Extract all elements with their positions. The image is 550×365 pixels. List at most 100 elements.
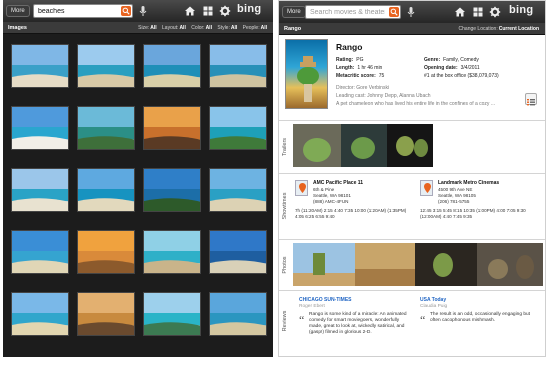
movie-title: Rango (336, 42, 363, 52)
image-thumbnail[interactable] (11, 292, 69, 336)
image-thumbnail[interactable] (143, 44, 201, 88)
opening-date: Opening date: 3/4/2011 (424, 65, 480, 71)
image-thumbnail[interactable] (143, 230, 201, 274)
photos-strip[interactable] (293, 243, 543, 286)
search-input[interactable] (38, 6, 117, 16)
theater-address-1: 6th & Pine (313, 187, 335, 192)
beach-image (12, 45, 68, 87)
showtimes-label: Showtimes (282, 192, 288, 220)
image-thumbnail[interactable] (143, 106, 201, 150)
beach-image (78, 169, 134, 211)
filter-layout[interactable]: Layout:All (162, 25, 186, 31)
movie-poster[interactable] (285, 39, 328, 109)
home-icon[interactable] (454, 6, 466, 18)
filter-size[interactable]: Size:All (138, 25, 157, 31)
image-thumbnail[interactable] (11, 44, 69, 88)
more-button[interactable]: More (6, 5, 30, 17)
image-thumbnail[interactable] (11, 230, 69, 274)
theater-address-1: 4500 9th Ave NE (438, 187, 473, 192)
map-pin-icon (295, 180, 308, 196)
search-box[interactable] (305, 5, 401, 19)
beach-image (210, 293, 266, 335)
image-thumbnail[interactable] (143, 168, 201, 212)
beach-image (12, 231, 68, 273)
image-thumbnail[interactable] (77, 44, 135, 88)
metacritic-score: Metacritic score: 75 (336, 73, 385, 79)
theater-card[interactable]: Landmark Metro Cinemas 4500 9th Ave NE S… (420, 180, 538, 234)
movie-detail-panel: More bing Rango Change Location:Current … (278, 0, 546, 357)
review-card[interactable]: CHICAGO SUN-TIMES Roger Ebert “ Rango is… (299, 297, 409, 336)
trailers-label: Trailers (282, 137, 288, 156)
genre: Genre: Family, Comedy (424, 57, 479, 63)
theater-phone[interactable]: (206) 781-5755 (438, 199, 469, 204)
review-author: Claudia Puig (420, 304, 448, 309)
theater-name[interactable]: Landmark Metro Cinemas (438, 180, 499, 186)
bing-logo[interactable]: bing (509, 4, 533, 16)
more-button[interactable]: More (282, 6, 306, 18)
director: Director: Gore Verbinski (336, 85, 390, 91)
showtimes-list[interactable]: 12:45 3:15 5:45 8:15 10:35 (1:00PM) 4:00… (420, 208, 538, 220)
image-thumbnail[interactable] (209, 106, 267, 150)
theater-address-2: Seattle, WA 98105 (438, 193, 476, 198)
image-thumbnail[interactable] (209, 230, 267, 274)
apps-grid-icon[interactable] (472, 6, 484, 18)
image-thumbnail[interactable] (77, 106, 135, 150)
beach-image (210, 107, 266, 149)
trailers-section: Trailers (279, 120, 545, 172)
image-thumbnail[interactable] (77, 168, 135, 212)
image-thumbnail[interactable] (11, 168, 69, 212)
filter-people[interactable]: People:All (243, 25, 267, 31)
theater-address-2: Seattle, WA 98101 (313, 193, 351, 198)
microphone-icon[interactable] (137, 5, 149, 17)
search-go-button[interactable] (389, 7, 399, 17)
theater-card[interactable]: AMC Pacific Place 11 6th & Pine Seattle,… (295, 180, 413, 234)
beach-image (210, 169, 266, 211)
image-thumbnail[interactable] (209, 44, 267, 88)
search-go-button[interactable] (121, 6, 131, 16)
theater-name[interactable]: AMC Pacific Place 11 (313, 180, 363, 186)
photos-section: Photos (279, 239, 545, 289)
review-source[interactable]: USA Today (420, 297, 538, 303)
beach-image (78, 107, 134, 149)
review-source[interactable]: CHICAGO SUN-TIMES (299, 297, 409, 303)
search-box[interactable] (33, 4, 133, 18)
image-thumbnail[interactable] (209, 292, 267, 336)
location-bar: Rango Change Location:Current Location (279, 23, 545, 35)
beach-image (144, 169, 200, 211)
trailers-strip[interactable] (293, 124, 433, 167)
quote-icon: “ (420, 313, 426, 327)
review-author: Roger Ebert (299, 304, 325, 309)
beach-image (78, 45, 134, 87)
change-location[interactable]: Change Location:Current Location (455, 23, 539, 35)
apps-grid-icon[interactable] (202, 5, 214, 17)
settings-gear-icon[interactable] (219, 5, 231, 17)
review-card[interactable]: USA Today Claudia Puig “ The result is a… (420, 297, 538, 327)
image-search-panel: More bing Images Size:All Layout:All Col… (3, 0, 273, 357)
beach-image (78, 293, 134, 335)
settings-gear-icon[interactable] (489, 6, 501, 18)
theater-phone[interactable]: (888) AMC-4FUN (313, 199, 348, 204)
image-thumbnail[interactable] (143, 292, 201, 336)
synopsis: A pet chameleon who has lived his entire… (336, 101, 495, 107)
image-thumbnail[interactable] (209, 168, 267, 212)
photo-thumbnails (293, 243, 543, 286)
list-icon (527, 99, 535, 106)
leading-cast: Leading cast: Johnny Depp, Alanna Ubach (336, 93, 431, 99)
microphone-icon[interactable] (405, 6, 417, 18)
bing-logo[interactable]: bing (237, 3, 261, 15)
image-thumbnail[interactable] (11, 106, 69, 150)
expand-list-button[interactable] (525, 93, 537, 106)
search-icon (122, 7, 130, 15)
filter-color[interactable]: Color:All (191, 25, 212, 31)
image-thumbnail[interactable] (77, 230, 135, 274)
beach-image (144, 45, 200, 87)
beach-image (12, 107, 68, 149)
box-office: #1 at the box office ($38,079,073) (424, 73, 499, 79)
quote-icon: “ (299, 313, 305, 327)
image-thumbnail[interactable] (77, 292, 135, 336)
search-input[interactable] (310, 7, 386, 17)
home-icon[interactable] (184, 5, 196, 17)
filter-style[interactable]: Style:All (217, 25, 237, 31)
reviews-section: Reviews CHICAGO SUN-TIMES Roger Ebert “ … (279, 290, 545, 350)
showtimes-list[interactable]: 7h (11:20AM) 2:15 4:40 7:35 10:00 (1:20A… (295, 208, 413, 220)
